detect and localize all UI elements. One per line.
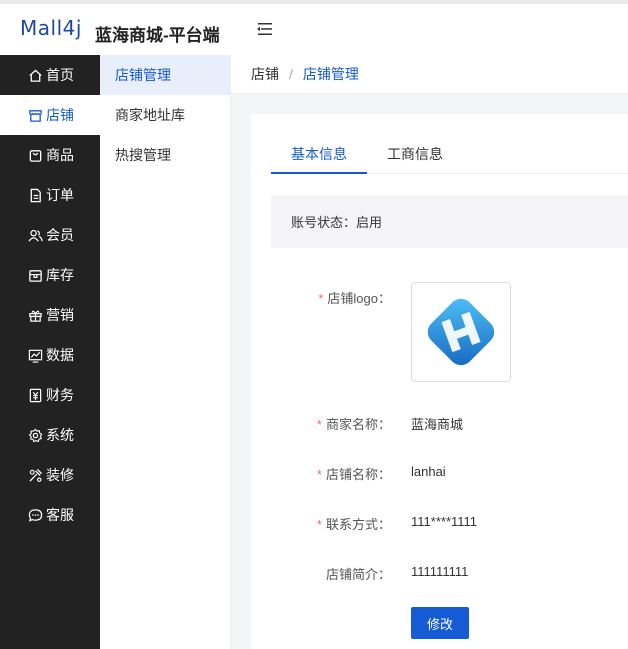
sidebar-item-data[interactable]: 数据 [0,335,100,375]
sidebar-item-label: 财务 [46,387,74,403]
shop-name-value: lanhai [411,464,446,479]
merchant-name-label: * 商家名称： [316,417,391,432]
shop-name-label: * 店铺名称： [316,467,391,482]
chat-icon [28,508,43,522]
app-title: 蓝海商城-平台端 [95,26,220,45]
breadcrumb-separator: / [289,66,293,82]
breadcrumb: 店铺 / 店铺管理 [231,55,628,94]
chart-icon [28,349,43,363]
sidebar-item-label: 系统 [46,427,74,443]
stock-icon [29,269,42,282]
sidebar-item-label: 商品 [46,147,74,163]
account-status: 账号状态： 启用 [271,195,628,248]
sidebar-item-label: 店铺 [46,107,74,123]
shop-logo-label: * 店铺logo： [318,291,391,306]
sidebar-item-marketing[interactable]: 营销 [0,295,100,335]
sidebar-item-member[interactable]: 会员 [0,215,100,255]
order-icon [30,188,41,202]
shop-logo-image [411,282,511,382]
sidebar-item-system[interactable]: 系统 [0,415,100,455]
top-header: Mall4j 蓝海商城-平台端 [0,0,628,55]
merchant-name-value: 蓝海商城 [411,417,464,432]
submenu-item-shop-manage[interactable]: 店铺管理 [100,55,230,95]
sidebar-item-label: 库存 [46,267,74,283]
account-status-label: 账号状态： [291,215,357,230]
sub-sidebar: 店铺管理 商家地址库 热搜管理 [100,55,231,649]
sidebar-item-label: 数据 [46,347,74,363]
decorate-icon [29,468,43,482]
breadcrumb-root[interactable]: 店铺 [251,64,279,84]
sidebar-item-order[interactable]: 订单 [0,175,100,215]
gear-icon [28,428,43,442]
menu-collapse-icon[interactable] [256,21,274,37]
goods-icon [29,149,42,162]
sidebar-item-home[interactable]: 首页 [0,55,100,95]
member-icon [28,229,43,241]
tab-business-info[interactable]: 工商信息 [367,134,463,174]
gift-icon [29,310,42,322]
brand-logo[interactable]: Mall4j [20,16,82,40]
contact-label: * 联系方式： [316,517,391,532]
sidebar-item-label: 首页 [46,67,74,83]
contact-value: 111****1111 [411,514,478,529]
shop-info-panel: 基本信息 工商信息 账号状态： 启用 * 店铺logo： * 商家名称： 蓝海商… [251,114,628,649]
shop-icon [29,109,42,122]
tab-basic-info[interactable]: 基本信息 [271,134,367,174]
sidebar-item-stock[interactable]: 库存 [0,255,100,295]
sidebar-item-label: 会员 [46,227,74,243]
sidebar-item-label: 装修 [46,467,74,483]
info-tabs: 基本信息 工商信息 [271,134,628,174]
sidebar-item-goods[interactable]: 商品 [0,135,100,175]
submenu-item-hot-search[interactable]: 热搜管理 [100,135,230,175]
finance-icon [29,388,42,402]
sidebar-item-service[interactable]: 客服 [0,495,100,535]
breadcrumb-current: 店铺管理 [302,66,359,82]
sidebar-item-label: 营销 [46,307,74,323]
submenu-item-address-library[interactable]: 商家地址库 [100,95,230,135]
sidebar-item-label: 客服 [46,507,74,523]
sidebar-item-finance[interactable]: 财务 [0,375,100,415]
shop-intro-value: 111111111 [411,564,469,579]
main-sidebar: 首页 店铺 商品 订单 会员 库存 营销 数据 财务 系统 装修 客服 [0,55,100,649]
account-status-value: 启用 [356,215,383,230]
home-icon [29,68,42,82]
sidebar-item-label: 订单 [46,187,74,203]
edit-button[interactable]: 修改 [411,607,469,639]
sidebar-item-shop[interactable]: 店铺 [0,95,100,135]
main-content: 店铺 / 店铺管理 基本信息 工商信息 账号状态： 启用 * 店铺logo： *… [231,55,628,649]
shop-intro-label: 店铺简介： [325,567,391,582]
sidebar-item-decorate[interactable]: 装修 [0,455,100,495]
